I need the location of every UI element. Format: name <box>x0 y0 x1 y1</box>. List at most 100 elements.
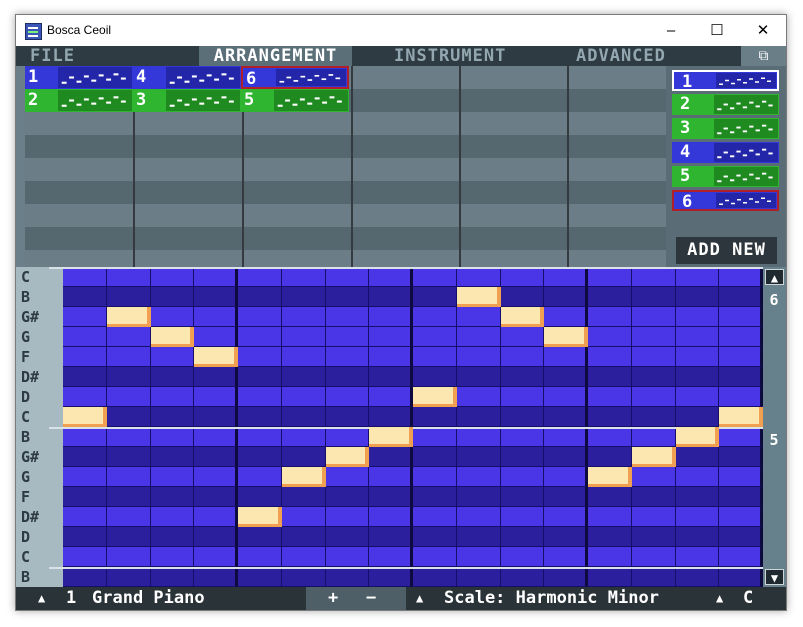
grid-cell[interactable] <box>325 267 370 287</box>
grid-cell[interactable] <box>106 287 151 307</box>
grid-cell[interactable] <box>369 467 413 487</box>
grid-cell[interactable] <box>106 347 151 367</box>
grid-cell[interactable] <box>63 387 107 407</box>
grid-cell[interactable] <box>675 307 720 327</box>
tab-advanced[interactable]: ADVANCED <box>536 46 686 66</box>
grid-cell[interactable] <box>631 387 676 407</box>
grid-cell[interactable] <box>588 567 632 587</box>
grid-cell[interactable] <box>150 487 195 507</box>
grid-cell[interactable] <box>150 507 195 527</box>
grid-cell[interactable] <box>588 387 632 407</box>
grid-cell[interactable] <box>369 527 413 547</box>
grid-cell[interactable] <box>281 547 326 567</box>
grid-cell[interactable] <box>150 547 195 567</box>
grid-cell[interactable] <box>500 527 545 547</box>
grid-cell[interactable] <box>325 407 370 427</box>
grid-cell[interactable] <box>719 307 763 327</box>
arrangement-pattern-2[interactable]: 2 <box>25 89 133 112</box>
plus-button[interactable]: + <box>328 587 338 610</box>
grid-cell[interactable] <box>544 547 588 567</box>
grid-cell[interactable] <box>238 547 282 567</box>
grid-cell[interactable] <box>63 267 107 287</box>
grid-cell[interactable] <box>456 547 501 567</box>
grid-cell[interactable] <box>281 527 326 547</box>
grid-cell[interactable] <box>369 547 413 567</box>
grid-cell[interactable] <box>150 567 195 587</box>
grid-cell[interactable] <box>106 387 151 407</box>
grid-cell[interactable] <box>194 567 238 587</box>
grid-cell[interactable] <box>588 327 632 347</box>
grid-cell[interactable] <box>150 267 195 287</box>
pattern-list-item-2[interactable]: 2 <box>672 94 779 115</box>
grid-cell[interactable] <box>631 467 676 487</box>
grid-cell[interactable] <box>238 347 282 367</box>
grid-cell[interactable] <box>106 407 151 427</box>
grid-cell[interactable] <box>413 527 457 547</box>
pattern-list-item-3[interactable]: 3 <box>672 118 779 139</box>
grid-cell[interactable] <box>500 387 545 407</box>
grid-cell[interactable] <box>106 527 151 547</box>
grid-cell[interactable] <box>281 507 326 527</box>
note[interactable] <box>281 467 326 487</box>
grid-cell[interactable] <box>238 367 282 387</box>
grid-cell[interactable] <box>413 567 457 587</box>
grid-cell[interactable] <box>588 307 632 327</box>
grid-cell[interactable] <box>719 347 763 367</box>
grid-cell[interactable] <box>631 507 676 527</box>
grid-cell[interactable] <box>325 287 370 307</box>
grid-cell[interactable] <box>675 267 720 287</box>
grid-cell[interactable] <box>719 547 763 567</box>
grid-cell[interactable] <box>63 447 107 467</box>
grid-cell[interactable] <box>194 447 238 467</box>
grid-cell[interactable] <box>369 267 413 287</box>
grid-cell[interactable] <box>413 447 457 467</box>
grid-cell[interactable] <box>194 527 238 547</box>
grid-cell[interactable] <box>675 407 720 427</box>
grid-cell[interactable] <box>106 427 151 447</box>
grid-cell[interactable] <box>413 367 457 387</box>
grid-cell[interactable] <box>150 287 195 307</box>
grid-cell[interactable] <box>63 367 107 387</box>
grid-cell[interactable] <box>106 567 151 587</box>
grid-cell[interactable] <box>325 327 370 347</box>
grid-cell[interactable] <box>238 267 282 287</box>
maximize-button[interactable]: ☐ <box>694 15 740 46</box>
grid-cell[interactable] <box>194 307 238 327</box>
grid-cell[interactable] <box>238 327 282 347</box>
grid-cell[interactable] <box>106 507 151 527</box>
grid-cell[interactable] <box>106 467 151 487</box>
grid-cell[interactable] <box>238 407 282 427</box>
grid-cell[interactable] <box>106 447 151 467</box>
grid-cell[interactable] <box>719 507 763 527</box>
grid-cell[interactable] <box>238 387 282 407</box>
grid-cell[interactable] <box>719 387 763 407</box>
grid-cell[interactable] <box>63 567 107 587</box>
grid-cell[interactable] <box>413 327 457 347</box>
note[interactable] <box>194 347 238 367</box>
grid-cell[interactable] <box>456 347 501 367</box>
grid-cell[interactable] <box>588 267 632 287</box>
grid-cell[interactable] <box>631 307 676 327</box>
pattern-list-item-6[interactable]: 6 <box>672 190 779 212</box>
grid-cell[interactable] <box>325 567 370 587</box>
grid-cell[interactable] <box>544 267 588 287</box>
grid-cell[interactable] <box>456 467 501 487</box>
note[interactable] <box>456 287 501 307</box>
grid-cell[interactable] <box>500 327 545 347</box>
grid-cell[interactable] <box>63 527 107 547</box>
grid-cell[interactable] <box>500 347 545 367</box>
grid-cell[interactable] <box>413 507 457 527</box>
pattern-list-item-4[interactable]: 4 <box>672 142 779 163</box>
grid-cell[interactable] <box>63 487 107 507</box>
grid-cell[interactable] <box>413 427 457 447</box>
grid-cell[interactable] <box>150 307 195 327</box>
grid-cell[interactable] <box>588 347 632 367</box>
grid-cell[interactable] <box>675 547 720 567</box>
grid-cell[interactable] <box>544 407 588 427</box>
grid-cell[interactable] <box>631 527 676 547</box>
instrument-name[interactable]: Grand Piano <box>92 587 205 610</box>
grid-cell[interactable] <box>281 447 326 467</box>
arrangement-lane[interactable] <box>25 135 666 158</box>
tab-file[interactable]: FILE <box>16 46 199 66</box>
grid-cell[interactable] <box>369 347 413 367</box>
